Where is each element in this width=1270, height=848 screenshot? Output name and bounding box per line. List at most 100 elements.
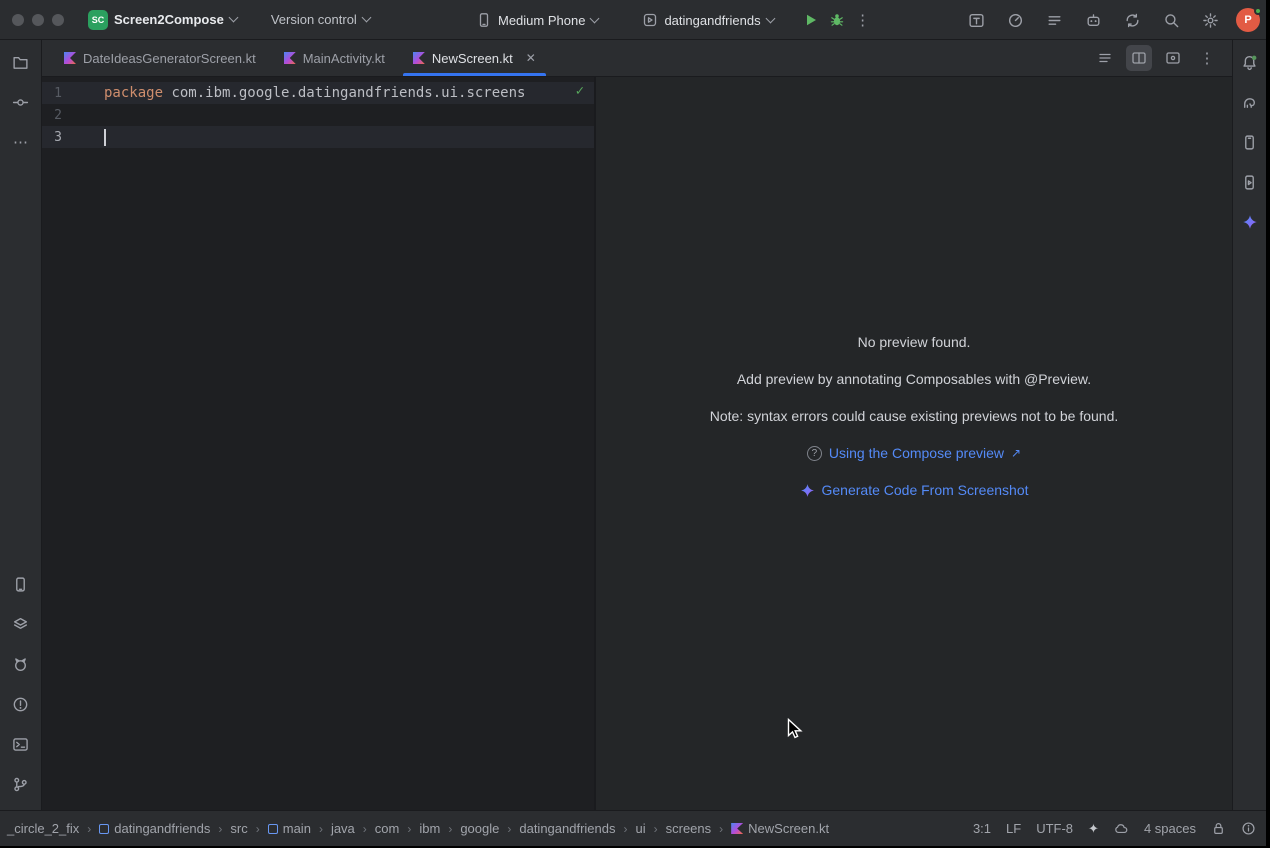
run-play-icon <box>803 12 819 28</box>
tab-label: NewScreen.kt <box>432 51 513 66</box>
phone-icon <box>476 12 492 28</box>
run-button[interactable] <box>798 7 824 33</box>
tab-mainactivity[interactable]: MainActivity.kt <box>270 40 399 76</box>
indent-widget[interactable]: 4 spaces <box>1144 821 1196 836</box>
minimize-window-button[interactable] <box>32 14 44 26</box>
online-status-dot <box>1254 7 1262 15</box>
commit-tool-button[interactable] <box>7 88 35 116</box>
main-area: ⋯ <box>0 40 1266 810</box>
device-manager-icon <box>1241 134 1258 151</box>
split-view-icon <box>1131 50 1147 66</box>
logcat-tool-button[interactable] <box>7 650 35 678</box>
inspections-ok-icon[interactable]: ✓ <box>576 83 584 99</box>
tab-dateideasgeneratorscreen[interactable]: DateIdeasGeneratorScreen.kt <box>50 40 270 76</box>
debug-bug-icon <box>829 12 845 28</box>
breadcrumb-item[interactable]: _circle_2_fix <box>4 819 82 838</box>
breadcrumb-item[interactable]: java <box>328 819 358 838</box>
version-control-selector[interactable]: Version control <box>263 8 378 31</box>
module-icon <box>268 824 278 834</box>
help-icon: ? <box>807 446 822 461</box>
code-view-toggle[interactable] <box>1092 45 1118 71</box>
more-horizontal-icon: ⋯ <box>13 135 28 150</box>
build-variants-tool-button[interactable] <box>7 610 35 638</box>
tab-label: MainActivity.kt <box>303 51 385 66</box>
terminal-tool-button[interactable] <box>7 730 35 758</box>
gemini-status-icon[interactable]: ✦ <box>1088 821 1099 837</box>
status-bar: _circle_2_fix › datingandfriends › src ›… <box>0 810 1266 846</box>
breadcrumb-separator: › <box>447 822 453 836</box>
editor-column: DateIdeasGeneratorScreen.kt MainActivity… <box>42 40 1232 810</box>
editor-line-3: 3 <box>42 126 594 148</box>
device-manager-tool-button[interactable] <box>1236 128 1264 156</box>
generate-code-link[interactable]: Generate Code From Screenshot <box>822 482 1029 498</box>
close-tab-icon[interactable]: ✕ <box>526 51 536 65</box>
gemini-tool-button[interactable] <box>1236 208 1264 236</box>
device-explorer-tool-button[interactable] <box>1236 168 1264 196</box>
settings-button[interactable] <box>1197 7 1223 33</box>
notifications-tool-button[interactable] <box>1236 48 1264 76</box>
compose-preview-help-row: ? Using the Compose preview ↗ <box>807 445 1021 461</box>
ai-assistant-icon <box>1085 12 1102 29</box>
more-run-options-button[interactable]: ⋮ <box>850 7 876 33</box>
breadcrumb-item[interactable]: com <box>372 819 403 838</box>
logcat-button[interactable] <box>1041 7 1067 33</box>
ide-info-widget[interactable] <box>1241 821 1256 836</box>
logcat-cat-icon <box>12 656 29 673</box>
run-config-selector[interactable]: datingandfriends <box>634 8 781 32</box>
breadcrumb-separator: › <box>506 822 512 836</box>
code-editor[interactable]: 1 package com.ibm.google.datingandfriend… <box>42 77 594 810</box>
editor-line-2: 2 <box>42 104 594 126</box>
breadcrumb-item[interactable]: datingandfriends <box>96 819 213 838</box>
breadcrumb-item-file[interactable]: NewScreen.kt <box>728 819 832 838</box>
gradle-sync-button[interactable] <box>1119 7 1145 33</box>
project-badge: SC <box>88 10 108 30</box>
device-selector[interactable]: Medium Phone <box>468 8 606 32</box>
breadcrumb-item[interactable]: screens <box>663 819 715 838</box>
kotlin-file-icon <box>284 52 296 64</box>
breadcrumb-item[interactable]: ui <box>633 819 649 838</box>
caret-position-widget[interactable]: 3:1 <box>973 821 991 836</box>
tab-newscreen[interactable]: NewScreen.kt ✕ <box>399 40 550 76</box>
split-view-toggle[interactable] <box>1126 45 1152 71</box>
close-window-button[interactable] <box>12 14 24 26</box>
project-selector[interactable]: SC Screen2Compose <box>80 6 245 34</box>
logcat-lines-icon <box>1046 12 1063 29</box>
gradle-tool-button[interactable] <box>1236 88 1264 116</box>
profiler-button[interactable] <box>1002 7 1028 33</box>
running-devices-tool-button[interactable] <box>7 570 35 598</box>
preview-message-note: Note: syntax errors could cause existing… <box>710 408 1119 424</box>
debug-button[interactable] <box>824 7 850 33</box>
write-access-widget[interactable] <box>1211 821 1226 836</box>
gear-icon <box>1202 12 1219 29</box>
design-view-toggle[interactable] <box>1160 45 1186 71</box>
breadcrumb-item[interactable]: src <box>227 819 250 838</box>
breadcrumb-item[interactable]: datingandfriends <box>516 819 618 838</box>
ai-assistant-button[interactable] <box>1080 7 1106 33</box>
encoding-widget[interactable]: UTF-8 <box>1036 821 1073 836</box>
breadcrumb-item[interactable]: google <box>457 819 502 838</box>
more-tool-windows-button[interactable]: ⋯ <box>7 128 35 156</box>
compose-preview-help-link[interactable]: Using the Compose preview <box>829 445 1004 461</box>
sync-status-widget[interactable] <box>1114 821 1129 836</box>
search-everywhere-button[interactable] <box>1158 7 1184 33</box>
project-tool-button[interactable] <box>7 48 35 76</box>
bell-icon <box>1241 54 1258 71</box>
chevron-down-icon <box>765 13 775 23</box>
breadcrumb-separator: › <box>217 822 223 836</box>
editor-split: 1 package com.ibm.google.datingandfriend… <box>42 77 1232 810</box>
external-link-icon: ↗ <box>1011 446 1021 460</box>
right-tool-stripe <box>1232 40 1266 810</box>
zoom-window-button[interactable] <box>52 14 64 26</box>
problems-tool-button[interactable] <box>7 690 35 718</box>
profile-avatar[interactable]: P <box>1236 8 1260 32</box>
line-number: 3 <box>53 130 62 145</box>
line-separator-widget[interactable]: LF <box>1006 821 1021 836</box>
breadcrumb-separator: › <box>623 822 629 836</box>
chevron-down-icon <box>228 13 238 23</box>
editor-options-button[interactable]: ⋮ <box>1194 45 1220 71</box>
ui-check-button[interactable] <box>963 7 989 33</box>
breadcrumb-item[interactable]: ibm <box>416 819 443 838</box>
breadcrumb-item[interactable]: main <box>265 819 314 838</box>
folder-icon <box>12 54 29 71</box>
version-control-tool-button[interactable] <box>7 770 35 798</box>
